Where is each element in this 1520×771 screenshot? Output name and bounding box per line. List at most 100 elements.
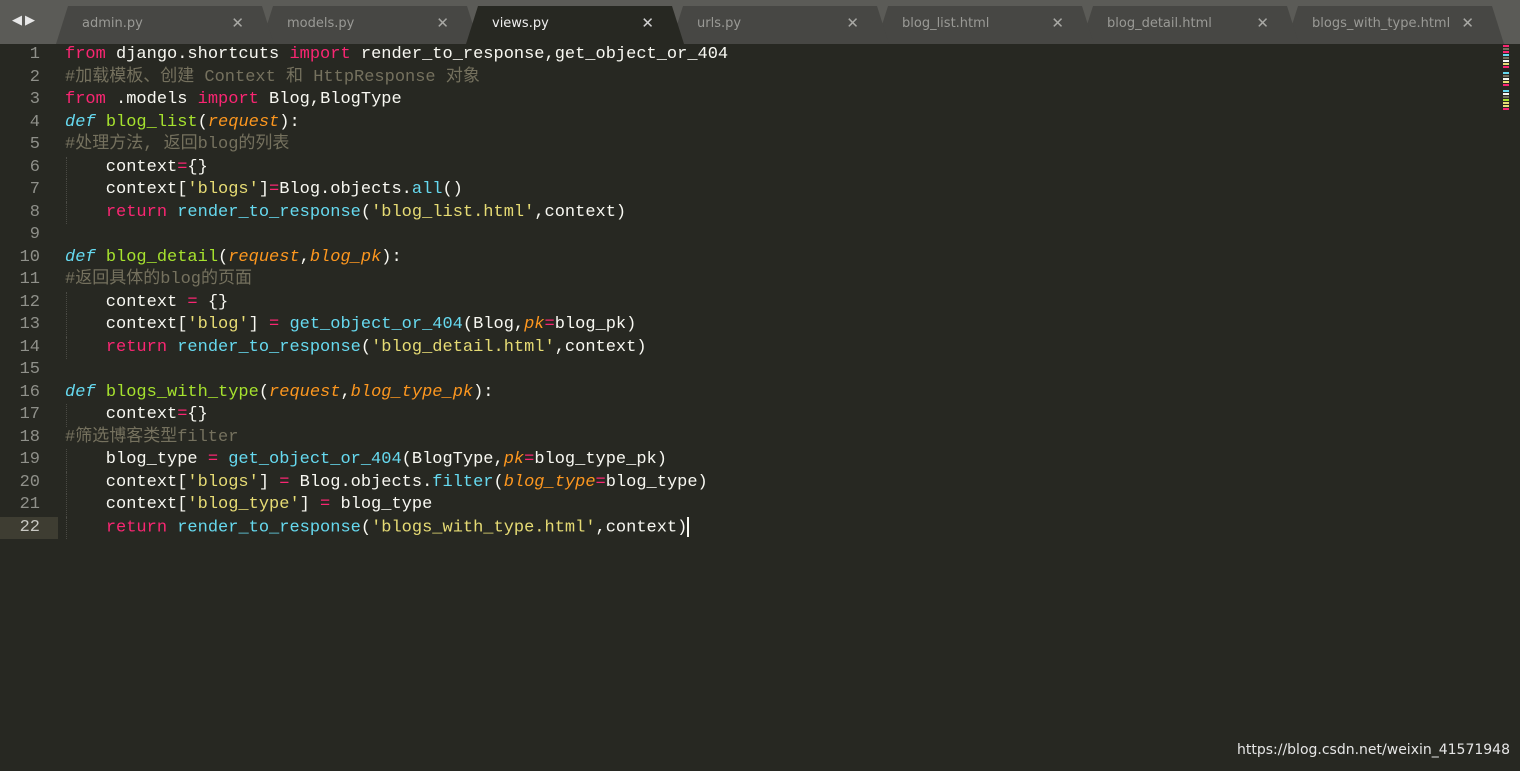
minimap-line — [1503, 93, 1509, 95]
minimap-line — [1503, 48, 1509, 50]
tab-urls-py[interactable]: urls.py ✕ — [671, 6, 889, 44]
code-editor[interactable]: 1 from django.shortcuts import render_to_… — [0, 44, 1500, 539]
code-token: from — [65, 45, 106, 64]
code-token: #处理方法, 返回blog的列表 — [65, 135, 290, 154]
line-number: 6 — [29, 157, 40, 177]
close-icon[interactable]: ✕ — [1461, 14, 1474, 32]
code-token: ] — [299, 495, 321, 514]
tab-views-py[interactable]: views.py ✕ — [466, 6, 684, 44]
minimap[interactable] — [1503, 45, 1509, 110]
tab-label: urls.py — [697, 16, 742, 31]
close-icon[interactable]: ✕ — [1256, 14, 1269, 32]
code-line[interactable]: 2 #加载模板、创建 Context 和 HttpResponse 对象 — [0, 67, 1500, 90]
forward-arrow-icon[interactable]: ▶ — [25, 13, 38, 28]
code-token: ,context) — [554, 337, 647, 357]
minimap-line — [1503, 78, 1509, 80]
code-line[interactable]: 3 from .models import Blog,BlogType — [0, 89, 1500, 112]
tab-blog-detail-html[interactable]: blog_detail.html ✕ — [1081, 6, 1299, 44]
line-number: 10 — [19, 247, 40, 267]
line-number: 21 — [19, 495, 40, 514]
line-number: 13 — [19, 315, 40, 334]
code-text: #处理方法, 返回blog的列表 — [65, 134, 289, 157]
code-line[interactable]: 7 context['blogs']=Blog.objects.all() — [0, 179, 1500, 202]
code-text: context['blog'] = get_object_or_404(Blog… — [65, 314, 637, 337]
code-token: ( — [360, 517, 372, 537]
minimap-line — [1503, 108, 1509, 110]
tab-blog-list-html[interactable]: blog_list.html ✕ — [876, 6, 1094, 44]
close-icon[interactable]: ✕ — [436, 14, 449, 32]
code-token: {} — [187, 405, 208, 424]
code-token: pk — [503, 450, 525, 469]
code-line[interactable]: 16 def blogs_with_type(request,blog_type_… — [0, 382, 1500, 405]
code-line[interactable]: 1 from django.shortcuts import render_to_… — [0, 44, 1500, 67]
code-line[interactable]: 6 context={} — [0, 156, 1500, 179]
code-line[interactable]: 11 #返回具体的blog的页面 — [0, 269, 1500, 292]
code-text: context={} — [65, 404, 208, 427]
code-token: .models — [105, 90, 198, 109]
tab-blogs-with-type-html[interactable]: blogs_with_type.html ✕ — [1286, 6, 1504, 44]
code-text: context['blogs'] = Blog.objects.filter(b… — [65, 472, 708, 495]
code-token: blog_type — [65, 450, 208, 469]
code-token: ] — [248, 315, 270, 334]
code-line[interactable]: 12 context = {} — [0, 291, 1500, 314]
code-token: import — [289, 45, 351, 64]
line-number: 12 — [19, 292, 40, 312]
line-number: 14 — [19, 337, 40, 357]
code-line[interactable]: 8 return render_to_response('blog_list.h… — [0, 201, 1500, 225]
close-icon[interactable]: ✕ — [231, 14, 244, 32]
minimap-line — [1503, 57, 1509, 59]
code-line[interactable]: 10 def blog_detail(request,blog_pk): — [0, 247, 1500, 270]
code-token: all — [411, 180, 443, 199]
code-line[interactable]: 13 context['blog'] = get_object_or_404(B… — [0, 314, 1500, 337]
code-token: = — [207, 450, 219, 469]
code-line[interactable]: 19 blog_type = get_object_or_404(BlogTyp… — [0, 449, 1500, 472]
code-line[interactable]: 4 def blog_list(request): — [0, 112, 1500, 135]
code-token: Blog.objects. — [279, 180, 412, 199]
code-token: = — [187, 292, 198, 312]
code-line[interactable]: 5 #处理方法, 返回blog的列表 — [0, 134, 1500, 157]
code-token: ( — [493, 472, 504, 492]
code-line[interactable]: 15 — [0, 359, 1500, 382]
close-icon[interactable]: ✕ — [846, 14, 859, 32]
back-arrow-icon[interactable]: ◀ — [12, 13, 25, 28]
close-icon[interactable]: ✕ — [1051, 14, 1064, 32]
tab-admin-py[interactable]: admin.py ✕ — [56, 6, 274, 44]
code-text: from .models import Blog,BlogType — [65, 89, 402, 112]
line-number: 15 — [19, 360, 40, 379]
code-token: request — [207, 112, 280, 132]
code-line[interactable]: 22 return render_to_response('blogs_with… — [0, 516, 1500, 539]
code-line[interactable]: 18 #筛选博客类型filter — [0, 427, 1500, 450]
code-text: blog_type = get_object_or_404(BlogType,p… — [65, 449, 667, 472]
close-icon[interactable]: ✕ — [641, 14, 654, 32]
code-line[interactable]: 9 — [0, 224, 1500, 247]
code-token: blog_type) — [605, 472, 708, 492]
code-token: Blog,BlogType — [258, 90, 402, 109]
code-token: pk — [524, 315, 545, 334]
code-line[interactable]: 21 context['blog_type'] = blog_type — [0, 494, 1500, 517]
minimap-line — [1503, 54, 1509, 56]
code-token: get_object_or_404 — [228, 450, 402, 469]
code-token: blog_pk) — [554, 315, 637, 334]
code-line[interactable]: 20 context['blogs'] = Blog.objects.filte… — [0, 471, 1500, 495]
tab-label: blog_list.html — [902, 16, 990, 31]
tab-models-py[interactable]: models.py ✕ — [261, 6, 479, 44]
code-token: = — [269, 180, 280, 199]
minimap-line — [1503, 87, 1509, 89]
code-token: (BlogType, — [401, 450, 504, 469]
code-line[interactable]: 17 context={} — [0, 404, 1500, 427]
tab-label: blog_detail.html — [1107, 16, 1212, 31]
code-token: def — [65, 382, 96, 402]
code-token: (Blog, — [462, 315, 525, 334]
code-line[interactable]: 14 return render_to_response('blog_detai… — [0, 336, 1500, 359]
watermark: https://blog.csdn.net/weixin_41571948 — [1236, 742, 1510, 758]
code-token: 'blog_detail.html' — [371, 337, 555, 357]
code-token: = — [177, 405, 188, 424]
code-token: context — [65, 405, 178, 424]
code-text: return render_to_response('blog_list.htm… — [65, 202, 626, 225]
code-token: = — [544, 315, 555, 334]
